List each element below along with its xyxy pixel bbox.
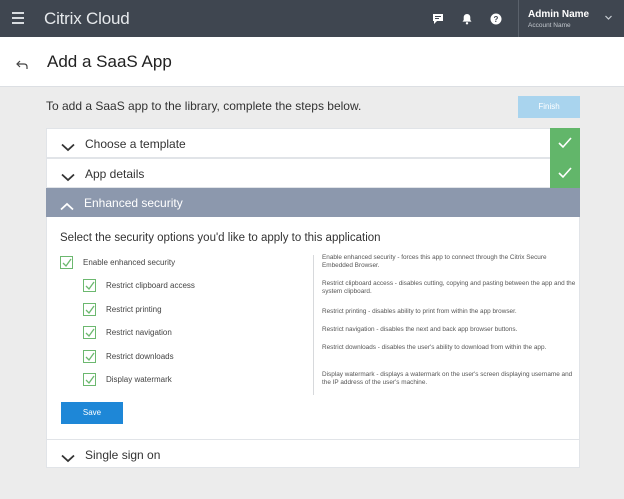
checkmark-icon [62, 258, 72, 268]
step-label: App details [85, 167, 145, 181]
brand-logo: Citrix Cloud [44, 9, 130, 28]
step-label: Enhanced security [84, 196, 183, 210]
chevron-down-icon[interactable] [604, 9, 613, 20]
checkmark-icon [85, 375, 95, 385]
chevron-down-icon [61, 169, 75, 182]
bell-icon[interactable] [461, 12, 473, 25]
hamburger-menu-icon[interactable] [12, 12, 24, 24]
step-label: Choose a template [85, 137, 186, 151]
chat-icon[interactable] [432, 12, 444, 24]
description-text: Restrict printing - disables ability to … [322, 308, 517, 315]
option-label: Restrict downloads [106, 352, 174, 361]
page-header: Add a SaaS App [0, 37, 624, 87]
step-label: Single sign on [85, 448, 161, 462]
option-label: Restrict clipboard access [106, 281, 195, 290]
step-app-details[interactable]: App details [46, 158, 580, 189]
description-text: Enable enhanced security - forces this a… [322, 254, 547, 270]
enable-enhanced-security-checkbox[interactable] [60, 256, 73, 269]
checkmark-icon [558, 137, 572, 149]
checkmark-icon [85, 352, 95, 362]
checkmark-icon [558, 167, 572, 179]
option-label: Display watermark [106, 375, 172, 384]
page-title: Add a SaaS App [47, 52, 172, 71]
description-text: Restrict clipboard access - disables cut… [322, 280, 576, 296]
restrict-clipboard-checkbox[interactable] [83, 279, 96, 292]
step-complete-badge [550, 128, 580, 159]
account-subtitle: Account Name [528, 22, 571, 29]
step-choose-template[interactable]: Choose a template [46, 128, 580, 159]
option-label: Enable enhanced security [83, 258, 176, 267]
step-enhanced-security[interactable]: Enhanced security [46, 188, 580, 217]
checkmark-icon [85, 328, 95, 338]
description-text: Restrict downloads - disables the user's… [322, 344, 547, 351]
column-divider [313, 255, 314, 395]
intro-text: To add a SaaS app to the library, comple… [46, 99, 362, 113]
chevron-up-icon [60, 198, 74, 211]
description-text: Display watermark - displays a watermark… [322, 371, 573, 387]
finish-button[interactable]: Finish [518, 96, 580, 118]
checkmark-icon [85, 281, 95, 291]
security-question: Select the security options you'd like t… [60, 232, 381, 244]
account-divider [518, 0, 519, 37]
save-button[interactable]: Save [61, 402, 123, 424]
chevron-down-icon [61, 139, 75, 152]
restrict-downloads-checkbox[interactable] [83, 350, 96, 363]
display-watermark-checkbox[interactable] [83, 373, 96, 386]
restrict-printing-checkbox[interactable] [83, 303, 96, 316]
security-options-panel: Select the security options you'd like t… [46, 217, 580, 439]
option-label: Restrict navigation [106, 328, 172, 337]
top-navigation-bar: Citrix Cloud ? Admin Name Account Name [0, 0, 624, 37]
back-arrow-icon[interactable] [16, 57, 28, 69]
account-user-name[interactable]: Admin Name [528, 9, 589, 20]
description-text: Restrict navigation - disables the next … [322, 326, 518, 333]
svg-text:?: ? [494, 15, 499, 24]
option-label: Restrict printing [106, 305, 162, 314]
step-single-sign-on[interactable]: Single sign on [46, 439, 580, 468]
chevron-down-icon [61, 450, 75, 463]
restrict-navigation-checkbox[interactable] [83, 326, 96, 339]
checkmark-icon [85, 305, 95, 315]
help-icon[interactable]: ? [490, 12, 502, 25]
step-complete-badge [550, 158, 580, 189]
